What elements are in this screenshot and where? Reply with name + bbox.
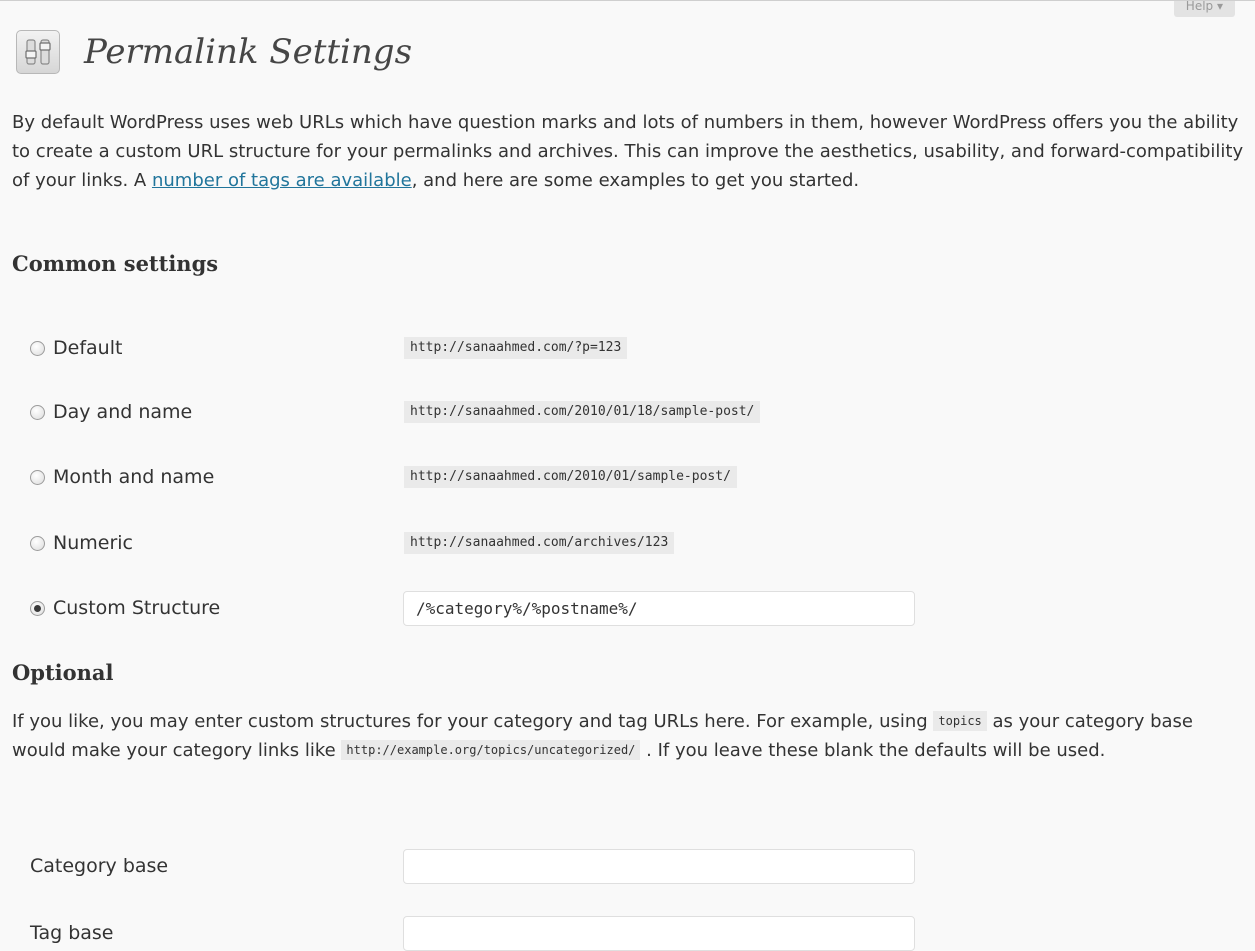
custom-structure-input[interactable]: /%category%/%postname%/ [403, 591, 915, 626]
help-tab-button[interactable]: Help ▾ [1173, 1, 1235, 17]
option-label-default[interactable]: Default [53, 337, 122, 359]
optional-text-1: If you like, you may enter custom struct… [12, 711, 934, 732]
tag-base-label: Tag base [30, 922, 114, 944]
category-base-label: Category base [30, 855, 169, 877]
available-tags-link[interactable]: number of tags are available [152, 170, 412, 191]
example-url-day-and-name: http://sanaahmed.com/2010/01/18/sample-p… [404, 401, 761, 423]
radio-custom-structure[interactable] [30, 600, 45, 616]
example-url-month-and-name: http://sanaahmed.com/2010/01/sample-post… [404, 466, 737, 488]
page-title: Permalink Settings [84, 32, 413, 72]
page-header: Permalink Settings [16, 27, 412, 77]
settings-sliders-icon [16, 30, 60, 74]
tag-base-input[interactable] [403, 916, 915, 951]
option-default[interactable]: Default [30, 333, 122, 363]
example-url-default: http://sanaahmed.com/?p=123 [404, 337, 628, 359]
radio-numeric[interactable] [30, 535, 45, 551]
radio-day-and-name[interactable] [30, 404, 45, 420]
option-label-numeric[interactable]: Numeric [53, 532, 133, 554]
option-label-month-and-name[interactable]: Month and name [53, 466, 214, 488]
option-custom-structure[interactable]: Custom Structure [30, 593, 220, 623]
inline-code-topics: topics [933, 711, 987, 731]
top-border [0, 0, 1255, 1]
inline-code-example-url: http://example.org/topics/uncategorized/ [341, 740, 641, 760]
intro-text-end: , and here are some examples to get you … [411, 170, 860, 191]
optional-text-3: . If you leave these blank the defaults … [640, 740, 1106, 761]
radio-default[interactable] [30, 340, 45, 356]
option-numeric[interactable]: Numeric [30, 528, 133, 558]
radio-month-and-name[interactable] [30, 469, 45, 485]
example-url-numeric: http://sanaahmed.com/archives/123 [404, 532, 675, 554]
category-base-input[interactable] [403, 849, 915, 884]
common-settings-heading: Common settings [12, 251, 219, 276]
option-day-and-name[interactable]: Day and name [30, 397, 192, 427]
optional-description: If you like, you may enter custom struct… [12, 707, 1252, 765]
intro-paragraph: By default WordPress uses web URLs which… [12, 108, 1252, 195]
option-month-and-name[interactable]: Month and name [30, 462, 214, 492]
option-label-day-and-name[interactable]: Day and name [53, 401, 192, 423]
option-label-custom-structure[interactable]: Custom Structure [53, 597, 220, 619]
optional-heading: Optional [12, 660, 114, 685]
